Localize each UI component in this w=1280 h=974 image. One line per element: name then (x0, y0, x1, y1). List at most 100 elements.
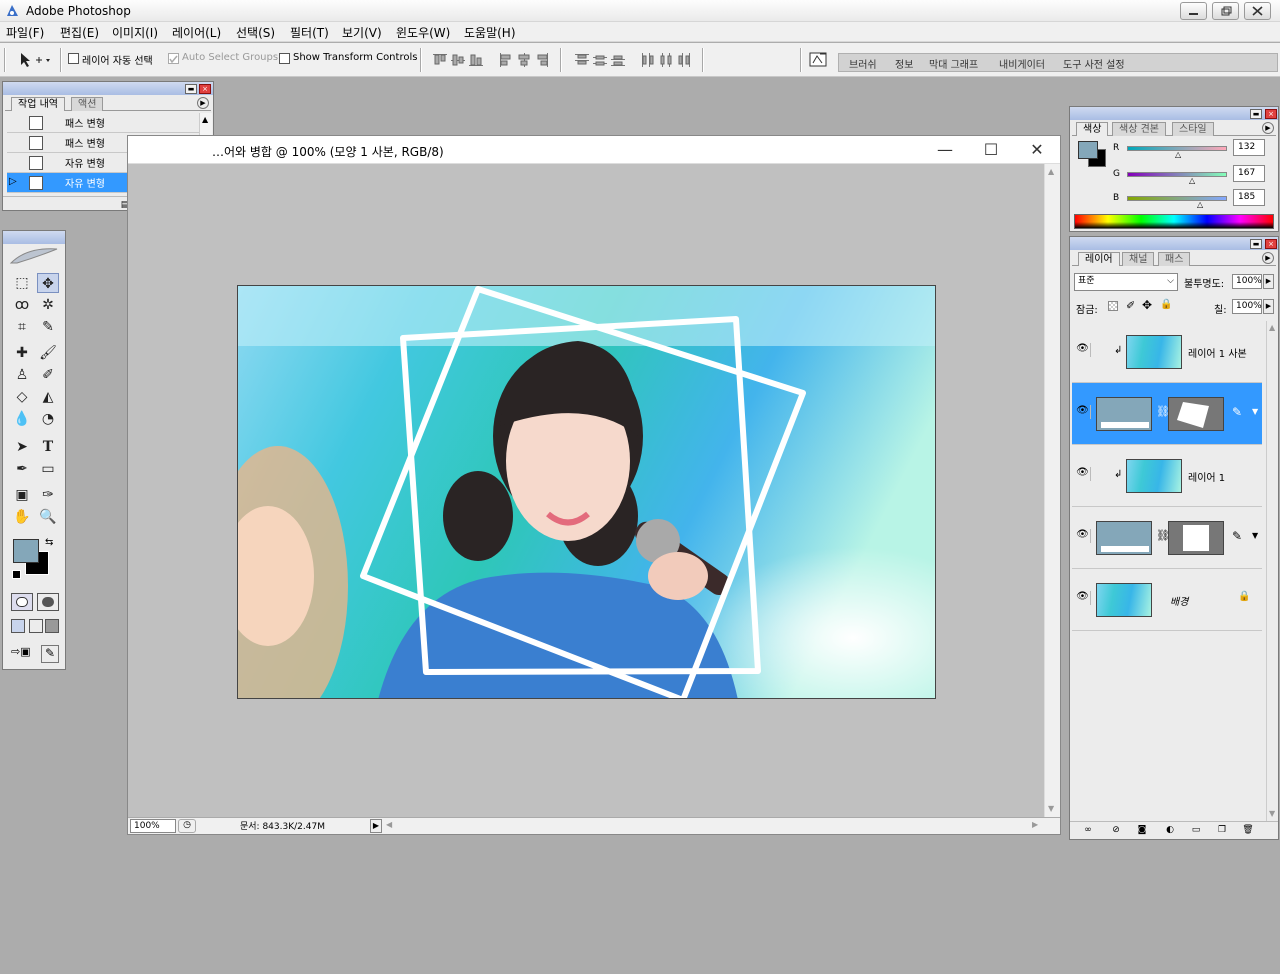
new-group-icon[interactable]: ▭ (1190, 825, 1202, 836)
tab-actions[interactable]: 액션 (71, 97, 104, 111)
align-right-icon[interactable] (534, 53, 550, 67)
distribute-top-icon[interactable] (574, 53, 590, 67)
toolbox-titlebar[interactable] (3, 231, 65, 244)
layer-row[interactable]: 👁 ↲ 레이어 1 (1072, 445, 1262, 507)
move-tool-icon[interactable]: ✥ (37, 273, 59, 293)
lock-position-icon[interactable]: ✥ (1142, 298, 1152, 312)
history-menu-icon[interactable]: ▶ (197, 97, 209, 109)
document-canvas[interactable] (237, 285, 936, 699)
well-tab-tool-presets[interactable]: 도구 사전 설정 (1063, 56, 1125, 71)
distribute-right-icon[interactable] (676, 53, 692, 67)
history-close-button[interactable]: × (199, 84, 211, 94)
auto-select-layer-checkbox[interactable] (68, 53, 79, 64)
layers-scrollbar[interactable]: ▲ ▼ (1266, 321, 1278, 821)
scroll-down-icon[interactable]: ▼ (1048, 804, 1054, 813)
layer-row[interactable]: 👁 ↲ 레이어 1 사본 (1072, 321, 1262, 383)
doc-maximize-icon[interactable]: ☐ (980, 140, 1002, 160)
palette-well-toggle-icon[interactable] (808, 51, 830, 69)
scroll-up-icon[interactable]: ▲ (202, 115, 208, 124)
restore-button[interactable] (1212, 2, 1239, 20)
screen-mode-full-icon[interactable] (45, 619, 59, 633)
zoom-field[interactable]: 100% (130, 819, 176, 833)
chevron-down-icon[interactable]: ▼ (1252, 531, 1258, 540)
menu-help[interactable]: 도움말(H) (464, 24, 516, 41)
hand-tool-icon[interactable]: ✋ (11, 507, 33, 527)
color-close-button[interactable]: × (1265, 109, 1277, 119)
new-layer-icon[interactable]: ❐ (1216, 825, 1228, 836)
blue-slider[interactable]: B △ 185 (1075, 189, 1265, 211)
slider-thumb-icon[interactable]: △ (1189, 176, 1195, 185)
red-slider[interactable]: R △ 132 (1075, 139, 1265, 161)
healing-brush-tool-icon[interactable]: ✚ (11, 343, 33, 363)
align-hcenter-icon[interactable] (516, 53, 532, 67)
scroll-up-icon[interactable]: ▲ (1269, 323, 1275, 332)
menu-view[interactable]: 보기(V) (342, 24, 382, 41)
eye-icon[interactable]: 👁 (1075, 591, 1091, 605)
layer-row[interactable]: 👁 배경 🔒 (1072, 569, 1262, 631)
layers-minimize-button[interactable]: ▬ (1250, 239, 1262, 249)
chevron-down-icon[interactable]: ▼ (1252, 407, 1258, 416)
brush-tool-icon[interactable]: 🖌 (37, 343, 59, 363)
blend-mode-select[interactable]: 표준 ⌵ (1074, 273, 1178, 291)
doc-minimize-icon[interactable]: — (934, 140, 956, 160)
swap-colors-icon[interactable]: ⇆ (45, 537, 53, 548)
lock-transparent-icon[interactable] (1108, 301, 1118, 311)
distribute-bottom-icon[interactable] (610, 53, 626, 67)
slider-thumb-icon[interactable]: △ (1197, 200, 1203, 209)
fill-slider-icon[interactable]: ▶ (1263, 299, 1274, 314)
delete-layer-icon[interactable]: 🗑 (1242, 825, 1254, 836)
layers-panel-titlebar[interactable] (1070, 237, 1278, 250)
tab-layers[interactable]: 레이어 (1078, 252, 1120, 266)
tab-color[interactable]: 색상 (1076, 122, 1109, 136)
align-vcenter-icon[interactable] (450, 53, 466, 67)
add-style-icon[interactable]: ⊘ (1110, 825, 1122, 836)
link-layers-icon[interactable]: ∞ (1078, 825, 1098, 836)
notes-tool-icon[interactable]: ▣ (11, 485, 33, 505)
fill-field[interactable]: 100% (1232, 299, 1262, 314)
tab-history[interactable]: 작업 내역 (11, 97, 65, 111)
path-selection-tool-icon[interactable]: ➤ (11, 437, 33, 457)
layer-row[interactable]: 👁 ⛓ ✎ ▼ (1072, 507, 1262, 569)
dodge-tool-icon[interactable]: ◔ (37, 409, 59, 429)
menu-image[interactable]: 이미지(I) (112, 24, 158, 41)
color-ramp[interactable] (1074, 214, 1274, 229)
adjustment-layer-icon[interactable]: ◐ (1164, 825, 1176, 836)
magic-wand-tool-icon[interactable]: ✲ (37, 295, 59, 315)
close-button[interactable] (1244, 2, 1271, 20)
screen-mode-standard-icon[interactable] (11, 619, 25, 633)
layers-close-button[interactable]: × (1265, 239, 1277, 249)
history-panel-titlebar[interactable] (3, 82, 213, 95)
distribute-left-icon[interactable] (640, 53, 656, 67)
slice-tool-icon[interactable]: ✎ (37, 317, 59, 337)
jump-to-imageready-icon[interactable]: ⇨▣ (11, 645, 37, 663)
menu-file[interactable]: 파일(F) (6, 24, 44, 41)
history-minimize-button[interactable]: ▬ (185, 84, 197, 94)
opacity-field[interactable]: 100% (1232, 274, 1262, 289)
eye-icon[interactable]: 👁 (1075, 467, 1091, 481)
marquee-tool-icon[interactable]: ⬚ (11, 273, 33, 293)
doc-close-icon[interactable]: ✕ (1026, 140, 1048, 160)
quick-mask-button[interactable] (37, 593, 59, 611)
eyedropper-tool-icon[interactable]: ✑ (37, 485, 59, 505)
pen-tool-icon[interactable]: ✒ (11, 459, 33, 479)
well-tab-histogram[interactable]: 막대 그래프 (929, 56, 978, 71)
shape-tool-icon[interactable]: ▭ (37, 459, 59, 479)
menu-edit[interactable]: 편집(E) (60, 24, 99, 41)
well-tab-navigator[interactable]: 내비게이터 (999, 56, 1045, 71)
default-colors-icon[interactable] (12, 570, 21, 579)
screen-mode-full-menu-icon[interactable] (29, 619, 43, 633)
align-bottom-icon[interactable] (468, 53, 484, 67)
tab-paths[interactable]: 패스 (1158, 252, 1191, 266)
menu-select[interactable]: 선택(S) (236, 24, 275, 41)
slider-thumb-icon[interactable]: △ (1175, 150, 1181, 159)
hscroll-left-icon[interactable]: ◀ (386, 820, 392, 829)
eye-icon[interactable]: 👁 (1075, 405, 1091, 419)
document-titlebar[interactable]: …어와 병합 @ 100% (모양 1 사본, RGB/8) — ☐ ✕ (128, 136, 1060, 164)
history-brush-tool-icon[interactable]: ✐ (37, 365, 59, 385)
move-tool-preset-icon[interactable] (18, 51, 52, 69)
layer-row-selected[interactable]: 👁 ⛓ ✎ ▼ (1072, 383, 1262, 445)
foreground-color-swatch[interactable] (13, 539, 39, 563)
tab-styles[interactable]: 스타일 (1172, 122, 1214, 136)
tab-swatches[interactable]: 색상 견본 (1112, 122, 1166, 136)
eraser-tool-icon[interactable]: ◇ (11, 387, 33, 407)
